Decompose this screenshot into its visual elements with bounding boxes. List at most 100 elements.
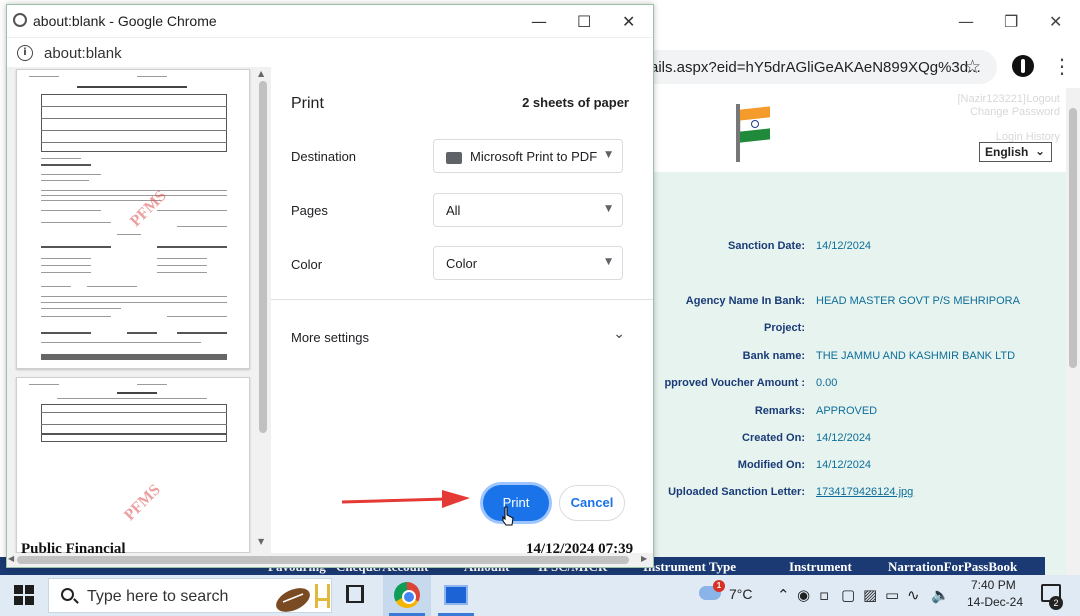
- print-settings-panel: Print 2 sheets of paper Destination Micr…: [271, 67, 653, 553]
- destination-select[interactable]: Microsoft Print to PDF ▼: [433, 139, 623, 173]
- mouse-cursor-icon: [502, 506, 514, 526]
- divider: [271, 299, 653, 300]
- taskbar-app-icon[interactable]: [444, 585, 468, 605]
- pages-label: Pages: [291, 203, 328, 218]
- scrollbar-thumb[interactable]: [1069, 108, 1077, 368]
- page-scrollbar[interactable]: [1066, 88, 1080, 575]
- caret-down-icon: ▼: [605, 204, 612, 214]
- wifi-icon[interactable]: ∿: [907, 586, 920, 604]
- preview-scrollbar[interactable]: ▲ ▼: [255, 67, 271, 553]
- language-select-value: English: [985, 145, 1029, 159]
- print-preview-area[interactable]: PFMS PFMS ▲ ▼: [7, 67, 271, 553]
- column-header: Instrument Type: [643, 559, 737, 574]
- taskbar-search-box[interactable]: Type here to search: [48, 578, 332, 613]
- sanction-date-label: Sanction Date:: [727, 240, 805, 252]
- scrollbar-thumb[interactable]: [17, 556, 629, 564]
- created-on-label: Created On:: [742, 432, 805, 444]
- bank-name-value: THE JAMMU AND KASHMIR BANK LTD: [816, 350, 1016, 362]
- uploaded-sanction-letter-link[interactable]: 1734179426124.jpg: [816, 486, 913, 498]
- popup-window-title: about:blank - Google Chrome: [33, 13, 217, 29]
- pfms-page: [Nazir123221] Logout Change Password Log…: [640, 88, 1066, 575]
- printer-icon: [446, 151, 462, 164]
- modified-on-value: 14/12/2024: [816, 459, 872, 471]
- cancel-button[interactable]: Cancel: [559, 485, 625, 521]
- column-header: NarrationForPassBook: [888, 559, 1018, 574]
- windows-start-icon[interactable]: [14, 585, 34, 605]
- notification-count: 2: [1049, 596, 1063, 610]
- sanction-date-value: 14/12/2024: [816, 240, 872, 252]
- chevron-up-icon[interactable]: ⌃: [777, 586, 790, 604]
- info-icon[interactable]: i: [17, 45, 33, 61]
- chrome-icon[interactable]: [394, 582, 420, 608]
- logout-link[interactable]: Logout: [1026, 93, 1060, 105]
- window-maximize-icon[interactable]: ☐: [577, 12, 591, 31]
- app-tray-icon[interactable]: ▢: [841, 586, 855, 604]
- windows-taskbar: Type here to search 1 7°C ⌃ ◉ ▫ ▢ ▨ ▭ ∿ …: [0, 575, 1080, 616]
- app-tray-icon[interactable]: ▫: [819, 586, 829, 604]
- scroll-left-icon[interactable]: ◀: [8, 554, 14, 563]
- search-highlight-icon: [276, 584, 330, 612]
- remarks-label: Remarks:: [754, 405, 805, 417]
- approved-voucher-amount-label: pproved Voucher Amount :: [664, 377, 805, 389]
- pages-value: All: [446, 203, 461, 218]
- address-bar-url[interactable]: ails.aspx?eid=hY5drAGliGeAKAeN899XQg%3d.…: [650, 59, 981, 76]
- popup-address-text[interactable]: about:blank: [44, 45, 122, 62]
- page-header: [Nazir123221] Logout Change Password Log…: [640, 88, 1066, 172]
- color-value: Color: [446, 256, 478, 271]
- globe-icon: [13, 13, 27, 27]
- pfms-watermark: PFMS: [121, 481, 164, 525]
- extension-icon[interactable]: [1012, 55, 1034, 77]
- window-minimize-icon[interactable]: —: [958, 12, 974, 31]
- window-maximize-icon[interactable]: ❐: [1004, 12, 1018, 31]
- created-on-value: 14/12/2024: [816, 432, 872, 444]
- window-close-icon[interactable]: ✕: [622, 12, 635, 31]
- task-view-icon[interactable]: [346, 585, 364, 603]
- window-close-icon[interactable]: ✕: [1049, 12, 1062, 31]
- kebab-menu-icon[interactable]: ⋮: [1052, 54, 1072, 78]
- change-password-link[interactable]: Change Password: [970, 106, 1060, 118]
- app-tray-icon[interactable]: ▨: [863, 586, 877, 604]
- window-minimize-icon[interactable]: —: [531, 12, 547, 31]
- more-settings-toggle[interactable]: More settings: [291, 330, 369, 345]
- sheet-count: 2 sheets of paper: [522, 95, 629, 110]
- horizontal-scrollbar[interactable]: ◀ ▶: [7, 553, 653, 567]
- header-username: [Nazir123221]: [957, 93, 1027, 105]
- star-icon[interactable]: ☆: [964, 56, 981, 79]
- modified-on-label: Modified On:: [737, 459, 805, 471]
- remarks-value: APPROVED: [816, 405, 878, 417]
- agency-name-label: Agency Name In Bank:: [685, 295, 805, 307]
- system-tray: 1 7°C ⌃ ◉ ▫ ▢ ▨ ▭ ∿ 🔈 7:40 PM 14-Dec-24 …: [655, 575, 1080, 616]
- bank-name-label: Bank name:: [742, 350, 805, 362]
- flag-chakra-icon: [751, 120, 759, 128]
- pfms-watermark: PFMS: [127, 187, 170, 231]
- print-button[interactable]: Print: [483, 485, 549, 521]
- scroll-right-icon[interactable]: ▶: [641, 554, 647, 563]
- pages-select[interactable]: All ▼: [433, 193, 623, 227]
- volume-icon[interactable]: 🔈: [931, 586, 950, 604]
- agency-name-value: HEAD MASTER GOVT P/S MEHRIPORA: [816, 295, 1020, 307]
- caret-down-icon: ▼: [605, 257, 612, 267]
- red-arrow-annotation: [342, 490, 470, 508]
- clock-date[interactable]: 14-Dec-24: [967, 595, 1023, 609]
- destination-value: Microsoft Print to PDF: [470, 149, 598, 164]
- preview-page-2: PFMS: [16, 377, 250, 553]
- project-label: Project:: [764, 322, 805, 334]
- scroll-up-icon[interactable]: ▲: [258, 69, 264, 78]
- chevron-down-icon[interactable]: ⌄: [613, 326, 625, 342]
- temperature[interactable]: 7°C: [729, 586, 753, 602]
- weather-badge: 1: [713, 580, 725, 592]
- battery-icon[interactable]: ▭: [885, 586, 899, 604]
- color-label: Color: [291, 257, 323, 272]
- clock-time[interactable]: 7:40 PM: [971, 578, 1016, 592]
- language-select[interactable]: English ⌄: [979, 142, 1052, 162]
- popup-address-bar[interactable]: i about:blank: [7, 37, 653, 67]
- print-popup-window: about:blank - Google Chrome — ☐ ✕ i abou…: [6, 4, 654, 568]
- print-title: Print: [291, 95, 324, 112]
- scroll-down-icon[interactable]: ▼: [258, 537, 264, 546]
- app-tray-icon[interactable]: ◉: [797, 586, 810, 604]
- caret-down-icon: ▼: [605, 150, 612, 160]
- approved-voucher-amount-value: 0.00: [816, 377, 838, 389]
- search-placeholder: Type here to search: [87, 588, 229, 605]
- color-select[interactable]: Color ▼: [433, 246, 623, 280]
- scrollbar-thumb[interactable]: [259, 81, 267, 433]
